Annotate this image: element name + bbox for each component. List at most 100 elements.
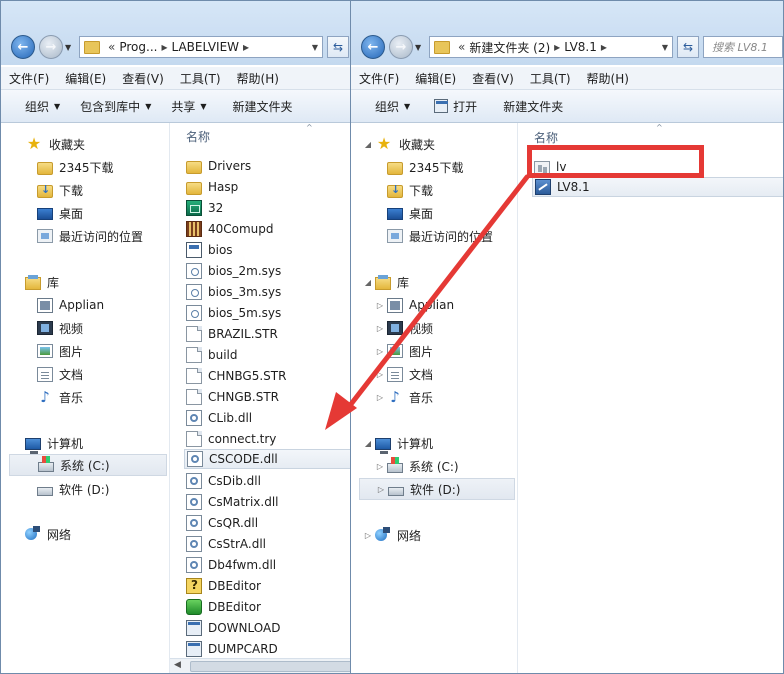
nav-item-videos[interactable]: ▷ 视频 — [375, 317, 433, 339]
forward-button[interactable]: → — [39, 35, 63, 59]
nav-item-recent-places[interactable]: 最近访问的位置 — [387, 225, 493, 247]
breadcrumb-lv81[interactable]: LV8.1 — [564, 40, 597, 54]
nav-item-2345-downloads[interactable]: 2345下载 — [37, 156, 114, 178]
file-item[interactable]: Hasp — [186, 177, 238, 197]
nav-item-pictures[interactable]: 图片 — [37, 340, 83, 362]
nav-item-drive-c[interactable]: 系统 (C:) — [9, 454, 167, 476]
nav-item-documents[interactable]: 文档 — [37, 363, 83, 385]
collapsed-arrow-icon[interactable]: ▷ — [363, 531, 373, 540]
menu-tools[interactable]: 工具(T) — [522, 70, 579, 87]
nav-item-downloads[interactable]: 下载 — [387, 179, 433, 201]
file-item[interactable]: CHNBG5.STR — [186, 366, 286, 386]
nav-favorites[interactable]: ★ 收藏夹 — [25, 133, 85, 155]
include-in-library-button[interactable]: 包含到库中 ▼ — [70, 98, 161, 115]
nav-item-music[interactable]: ▷ ♪ 音乐 — [375, 386, 433, 408]
nav-item-downloads[interactable]: 下载 — [37, 179, 83, 201]
menu-view[interactable]: 查看(V) — [114, 70, 172, 87]
open-button[interactable]: 打开 — [420, 98, 487, 115]
column-header-name[interactable]: 名称 — [186, 128, 210, 145]
collapsed-arrow-icon[interactable]: ▷ — [375, 301, 385, 310]
address-bar[interactable]: « Prog... ▸ LABELVIEW ▸ ▼ — [79, 36, 323, 58]
menu-file[interactable]: 文件(F) — [1, 70, 57, 87]
new-folder-button[interactable]: 新建文件夹 — [217, 98, 303, 115]
breadcrumb-separator-icon[interactable]: ▸ — [243, 40, 249, 54]
scrollbar-thumb[interactable] — [190, 661, 351, 672]
collapsed-arrow-icon[interactable]: ▷ — [376, 485, 386, 494]
nav-item-pictures[interactable]: ▷ 图片 — [375, 340, 433, 362]
file-item[interactable]: CsDib.dll — [186, 471, 261, 491]
nav-item-drive-d[interactable]: 软件 (D:) — [37, 478, 109, 500]
share-button[interactable]: 共享 ▼ — [161, 98, 216, 115]
file-item[interactable]: bios_3m.sys — [186, 282, 281, 302]
nav-network[interactable]: 网络 — [25, 523, 71, 545]
file-item[interactable]: DUMPCARD — [186, 639, 278, 659]
file-item[interactable]: build — [186, 345, 238, 365]
file-item[interactable]: Db4fwm.dll — [186, 555, 276, 575]
file-item[interactable]: DBEditor — [186, 597, 261, 617]
address-dropdown-icon[interactable]: ▼ — [312, 43, 318, 52]
recent-pages-dropdown[interactable]: ▼ — [65, 43, 71, 52]
recent-pages-dropdown[interactable]: ▼ — [415, 43, 421, 52]
refresh-button[interactable]: ⇆ — [327, 36, 349, 58]
forward-button[interactable]: → — [389, 35, 413, 59]
expanded-arrow-icon[interactable]: ◢ — [363, 140, 373, 149]
address-bar[interactable]: « 新建文件夹 (2) ▸ LV8.1 ▸ ▼ — [429, 36, 673, 58]
file-item[interactable]: CsStrA.dll — [186, 534, 266, 554]
nav-item-documents[interactable]: ▷ 文档 — [375, 363, 433, 385]
organize-button[interactable]: 组织 ▼ — [1, 98, 70, 115]
breadcrumb-separator-icon[interactable]: ▸ — [601, 40, 607, 54]
file-item[interactable]: 40Comupd — [186, 219, 274, 239]
nav-item-applian[interactable]: Applian — [37, 294, 104, 316]
collapsed-arrow-icon[interactable]: ▷ — [375, 347, 385, 356]
expanded-arrow-icon[interactable]: ◢ — [363, 278, 373, 287]
breadcrumb-program-files[interactable]: Prog... — [119, 40, 157, 54]
file-item[interactable]: DOWNLOAD — [186, 618, 280, 638]
nav-item-applian[interactable]: ▷ Applian — [375, 294, 454, 316]
breadcrumb-separator-icon[interactable]: ▸ — [554, 40, 560, 54]
collapsed-arrow-icon[interactable]: ▷ — [375, 462, 385, 471]
back-button[interactable]: ← — [11, 35, 35, 59]
file-item[interactable]: connect.try — [186, 429, 276, 449]
file-item[interactable]: bios_5m.sys — [186, 303, 281, 323]
file-item[interactable]: bios — [186, 240, 233, 260]
menu-view[interactable]: 查看(V) — [464, 70, 522, 87]
file-item[interactable]: CsQR.dll — [186, 513, 258, 533]
file-item-lv81[interactable]: LV8.1 — [532, 177, 783, 197]
file-item[interactable]: CLib.dll — [186, 408, 252, 428]
file-item[interactable]: CsMatrix.dll — [186, 492, 279, 512]
file-item[interactable]: BRAZIL.STR — [186, 324, 278, 344]
nav-item-music[interactable]: ♪ 音乐 — [37, 386, 83, 408]
nav-computer[interactable]: 计算机 — [25, 432, 83, 454]
menu-tools[interactable]: 工具(T) — [172, 70, 229, 87]
menu-edit[interactable]: 编辑(E) — [407, 70, 464, 87]
nav-libraries[interactable]: ◢ 库 — [363, 271, 409, 293]
collapsed-arrow-icon[interactable]: ▷ — [375, 324, 385, 333]
file-item[interactable]: CSCODE.dll — [184, 449, 351, 469]
search-input[interactable]: 搜索 LV8.1 — [703, 36, 783, 58]
breadcrumb-new-folder-2[interactable]: 新建文件夹 (2) — [469, 39, 550, 56]
breadcrumb-separator-icon[interactable]: ▸ — [161, 40, 167, 54]
collapsed-arrow-icon[interactable]: ▷ — [375, 393, 385, 402]
file-item[interactable]: 32 — [186, 198, 223, 218]
nav-item-desktop[interactable]: 桌面 — [37, 202, 83, 224]
menu-file[interactable]: 文件(F) — [351, 70, 407, 87]
menu-help[interactable]: 帮助(H) — [229, 70, 287, 87]
menu-edit[interactable]: 编辑(E) — [57, 70, 114, 87]
back-button[interactable]: ← — [361, 35, 385, 59]
nav-item-2345-downloads[interactable]: 2345下载 — [387, 156, 464, 178]
nav-network[interactable]: ▷ 网络 — [363, 524, 421, 546]
nav-item-desktop[interactable]: 桌面 — [387, 202, 433, 224]
organize-button[interactable]: 组织 ▼ — [351, 98, 420, 115]
file-item[interactable]: CHNGB.STR — [186, 387, 279, 407]
file-item[interactable]: Drivers — [186, 156, 251, 176]
horizontal-scrollbar[interactable]: ◀ — [170, 658, 351, 673]
new-folder-button[interactable]: 新建文件夹 — [487, 98, 573, 115]
column-header-name[interactable]: 名称 — [534, 129, 558, 146]
overflow-chevrons[interactable]: « — [108, 40, 115, 54]
file-item[interactable]: bios_2m.sys — [186, 261, 281, 281]
refresh-button[interactable]: ⇆ — [677, 36, 699, 58]
address-dropdown-icon[interactable]: ▼ — [662, 43, 668, 52]
expanded-arrow-icon[interactable]: ◢ — [363, 439, 373, 448]
scroll-left-icon[interactable]: ◀ — [174, 660, 181, 670]
nav-item-videos[interactable]: 视频 — [37, 317, 83, 339]
